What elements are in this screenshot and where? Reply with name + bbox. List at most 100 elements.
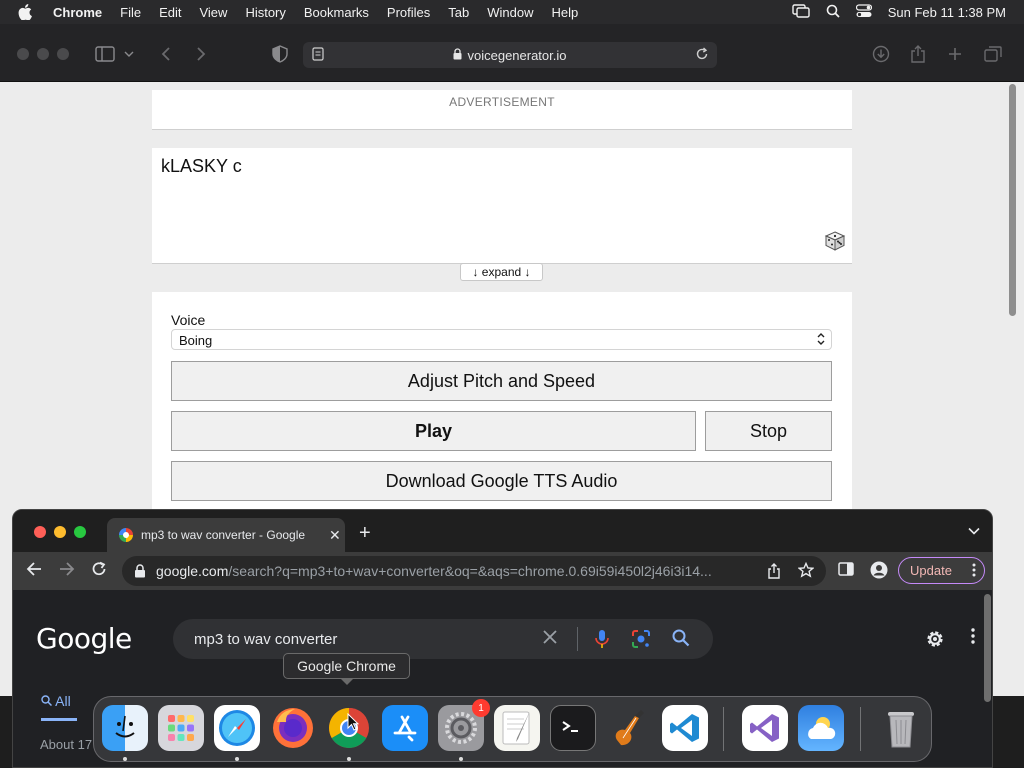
menu-app-name[interactable]: Chrome <box>53 5 102 20</box>
dock-trash-icon[interactable] <box>878 705 924 751</box>
back-icon[interactable] <box>155 43 177 65</box>
chrome-back-icon[interactable] <box>26 561 42 582</box>
notification-badge: 1 <box>472 699 490 717</box>
window-minimize-button[interactable] <box>37 48 49 60</box>
dock-finder-icon[interactable] <box>102 705 148 751</box>
share-page-icon[interactable] <box>767 563 781 582</box>
close-tab-icon[interactable]: ✕ <box>329 527 341 544</box>
menu-view[interactable]: View <box>199 5 227 20</box>
play-button[interactable]: Play <box>171 411 696 451</box>
chrome-toolbar: google.com /search?q=mp3+to+wav+converte… <box>13 552 992 590</box>
download-tts-button[interactable]: Download Google TTS Audio <box>171 461 832 501</box>
search-submit-icon[interactable] <box>672 629 690 651</box>
random-dice-icon[interactable] <box>824 230 846 257</box>
share-icon[interactable] <box>907 43 929 65</box>
update-label: Update <box>910 563 952 578</box>
chrome-omnibox[interactable]: google.com /search?q=mp3+to+wav+converte… <box>122 556 826 586</box>
tts-text-value: kLASKY c <box>161 156 242 176</box>
menu-help[interactable]: Help <box>552 5 579 20</box>
menu-edit[interactable]: Edit <box>159 5 181 20</box>
tts-text-input[interactable]: kLASKY c <box>152 148 852 264</box>
menu-bookmarks[interactable]: Bookmarks <box>304 5 369 20</box>
menu-history[interactable]: History <box>245 5 285 20</box>
window-zoom-button[interactable] <box>57 48 69 60</box>
advertisement-box: ADVERTISEMENT <box>152 90 852 130</box>
search-divider <box>577 627 578 651</box>
tab-group-chevron-icon[interactable] <box>122 43 136 65</box>
dock-system-settings-icon[interactable]: 1 <box>438 699 490 751</box>
dock-visual-studio-icon[interactable] <box>742 705 788 751</box>
chrome-tab-title: mp3 to wav converter - Google <box>141 528 306 542</box>
spotlight-search-icon[interactable] <box>826 4 840 21</box>
chrome-close-button[interactable] <box>34 526 46 538</box>
dock-weather-icon[interactable] <box>798 705 844 751</box>
menu-window[interactable]: Window <box>487 5 533 20</box>
omnibox-path: /search?q=mp3+to+wav+converter&oq=&aqs=c… <box>228 563 712 579</box>
chrome-update-button[interactable]: Update <box>898 557 985 584</box>
forward-icon[interactable] <box>190 43 212 65</box>
screen-mirroring-icon[interactable] <box>792 3 810 21</box>
downloads-icon[interactable] <box>870 43 892 65</box>
google-lens-icon[interactable] <box>631 629 651 653</box>
chrome-tab-active[interactable]: mp3 to wav converter - Google ✕ <box>107 518 345 552</box>
site-info-icon[interactable] <box>134 564 146 578</box>
clear-search-icon[interactable] <box>542 629 558 650</box>
results-count: About 17 <box>40 737 93 752</box>
voice-select-value: Boing <box>179 333 213 348</box>
dock-tooltip: Google Chrome <box>283 653 410 679</box>
voice-select[interactable]: Boing <box>171 329 832 350</box>
voice-label: Voice <box>171 312 206 328</box>
chrome-zoom-button[interactable] <box>74 526 86 538</box>
lock-icon <box>453 47 462 63</box>
address-bar[interactable]: voicegenerator.io <box>303 42 717 68</box>
tab-overview-icon[interactable] <box>982 43 1004 65</box>
dock-running-indicator <box>235 757 239 761</box>
results-tab-all[interactable]: All <box>41 693 71 709</box>
side-panel-icon[interactable] <box>838 561 854 582</box>
stop-button[interactable]: Stop <box>705 411 832 451</box>
menu-profiles[interactable]: Profiles <box>387 5 430 20</box>
voice-search-icon[interactable] <box>594 629 610 653</box>
page-scrollbar[interactable] <box>1009 84 1016 316</box>
page-menu-icon[interactable] <box>312 47 324 64</box>
google-apps-more-icon[interactable] <box>971 628 975 649</box>
dock-app-store-icon[interactable] <box>382 705 428 751</box>
safari-toolbar: voicegenerator.io <box>0 24 1024 82</box>
privacy-shield-icon[interactable] <box>269 43 291 65</box>
dock-terminal-icon[interactable] <box>550 705 596 751</box>
dock-launchpad-icon[interactable] <box>158 705 204 751</box>
google-logo[interactable]: Google <box>36 622 132 655</box>
menu-file[interactable]: File <box>120 5 141 20</box>
dock-textedit-icon[interactable] <box>494 705 540 751</box>
google-favicon-icon <box>119 528 133 542</box>
profile-avatar-icon[interactable] <box>870 561 888 584</box>
active-tab-indicator <box>41 718 77 721</box>
reload-icon[interactable] <box>695 47 709 64</box>
chrome-minimize-button[interactable] <box>54 526 66 538</box>
dock-running-indicator <box>347 757 351 761</box>
menubar-clock[interactable]: Sun Feb 11 1:38 PM <box>888 5 1006 20</box>
dock-vscode-icon[interactable] <box>662 705 708 751</box>
window-close-button[interactable] <box>17 48 29 60</box>
chrome-reload-icon[interactable] <box>91 561 107 582</box>
select-updown-icon <box>816 332 826 349</box>
settings-gear-icon[interactable] <box>924 628 946 655</box>
sidebar-toggle-icon[interactable] <box>94 43 116 65</box>
new-tab-plus-icon[interactable]: + <box>359 522 371 545</box>
new-tab-icon[interactable] <box>944 43 966 65</box>
dock-running-indicator <box>123 757 127 761</box>
dock-firefox-icon[interactable] <box>270 705 316 751</box>
expand-button[interactable]: ↓ expand ↓ <box>460 263 543 281</box>
adjust-pitch-speed-button[interactable]: Adjust Pitch and Speed <box>171 361 832 401</box>
tab-search-chevron-icon[interactable] <box>968 524 980 538</box>
chrome-scrollbar[interactable] <box>984 594 991 702</box>
dock-safari-icon[interactable] <box>214 705 260 751</box>
dock-separator <box>860 707 861 751</box>
bookmark-star-icon[interactable] <box>797 561 815 581</box>
apple-icon[interactable] <box>18 4 36 20</box>
google-search-input[interactable]: mp3 to wav converter <box>173 619 713 659</box>
chrome-forward-icon[interactable] <box>59 561 75 582</box>
control-center-icon[interactable] <box>855 3 872 21</box>
menu-tab[interactable]: Tab <box>448 5 469 20</box>
dock-garageband-icon[interactable] <box>606 705 652 751</box>
